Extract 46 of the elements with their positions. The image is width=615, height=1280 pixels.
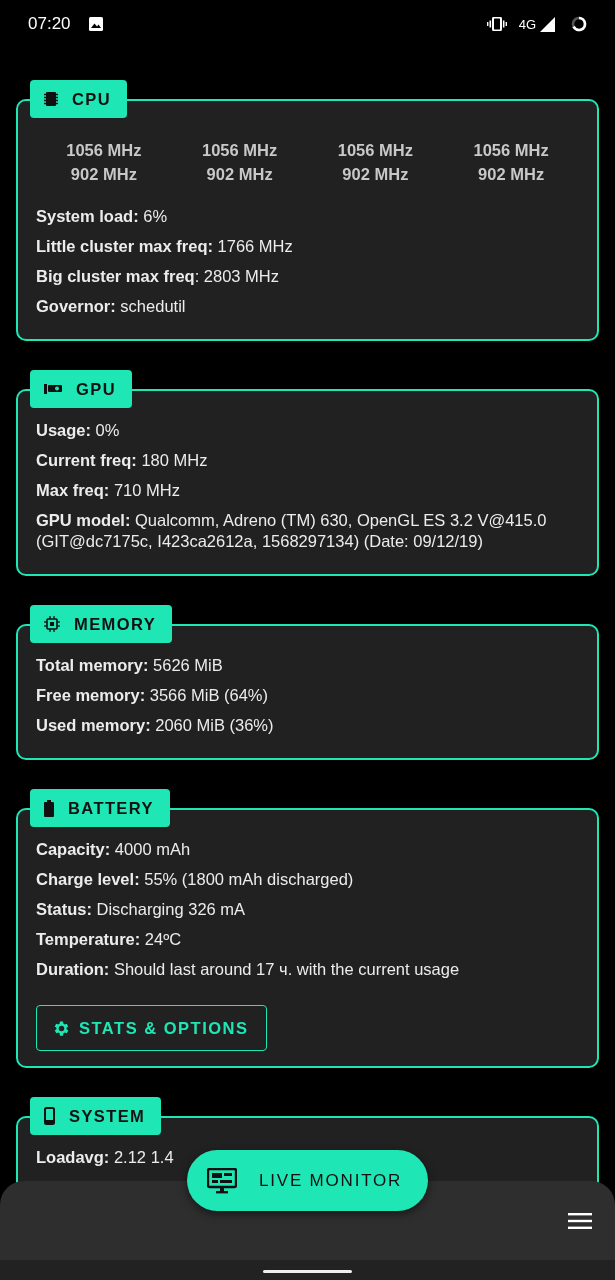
info-line: Capacity: 4000 mAh	[36, 839, 192, 860]
core-frequency: 1056 MHz	[337, 140, 413, 161]
live-monitor-button[interactable]: LIVE MONITOR	[187, 1150, 428, 1211]
vibrate-icon	[486, 17, 507, 31]
section-header: SYSTEM	[30, 1097, 162, 1135]
core-frequency: 902 MHz	[342, 164, 409, 185]
core-frequency: 1056 MHz	[66, 140, 142, 161]
section-header: BATTERY	[30, 789, 170, 827]
gear-icon	[52, 1018, 71, 1038]
info-line: Free memory: 3566 MiB (64%)	[36, 685, 270, 706]
section-header: CPU	[30, 80, 128, 118]
section-header: GPU	[30, 370, 132, 408]
info-line: Total memory: 5626 MiB	[36, 655, 224, 676]
info-line: Status: Discharging 326 mA	[36, 899, 247, 920]
info-line: Max freq: 710 MHz	[36, 480, 181, 501]
chip-icon	[44, 616, 60, 632]
info-line: Current freq: 180 MHz	[36, 450, 209, 471]
menu-icon[interactable]	[568, 1213, 592, 1229]
info-line: Loadavg: 2.12 1.4	[36, 1147, 175, 1168]
battery-ring-icon	[571, 16, 587, 32]
info-line: Usage: 0%	[36, 420, 121, 441]
graphics-card-icon	[44, 384, 62, 394]
network-type: 4G	[518, 16, 536, 32]
chip-icon	[44, 91, 58, 107]
info-line: Charge level: 55% (1800 mAh discharged)	[36, 869, 355, 890]
info-line: Little cluster max freq: 1766 MHz	[36, 236, 294, 257]
info-line: Big cluster max freq: 2803 MHz	[36, 266, 280, 287]
info-line: Temperature: 24ºC	[36, 929, 183, 950]
status-time: 07:20	[28, 14, 71, 34]
info-line: Duration: Should last around 17 ч. with the current usage	[36, 959, 461, 980]
image-icon	[88, 17, 103, 31]
core-frequency: 1056 MHz	[202, 140, 278, 161]
battery-icon	[44, 799, 54, 817]
core-frequency: 902 MHz	[206, 164, 273, 185]
info-line: GPU model: Qualcomm, Adreno (TM) 630, OpenGL ES 3.2 V@415.0 (GIT@dc7175c, I423ca2612a, 1568297134) (Date: 09/12/19)	[36, 510, 548, 552]
phone-icon	[44, 1107, 55, 1125]
section-header: MEMORY	[30, 605, 173, 643]
core-frequency: 1056 MHz	[473, 140, 549, 161]
info-line: Governor: schedutil	[36, 296, 187, 317]
signal-icon	[540, 16, 555, 32]
core-frequency: 902 MHz	[70, 164, 137, 185]
monitor-icon	[207, 1167, 237, 1194]
info-line: System load: 6%	[36, 206, 169, 227]
core-frequency: 902 MHz	[478, 164, 545, 185]
info-line: Used memory: 2060 MiB (36%)	[36, 715, 275, 736]
stats-options-button[interactable]: STATS & OPTIONS	[36, 1005, 268, 1051]
